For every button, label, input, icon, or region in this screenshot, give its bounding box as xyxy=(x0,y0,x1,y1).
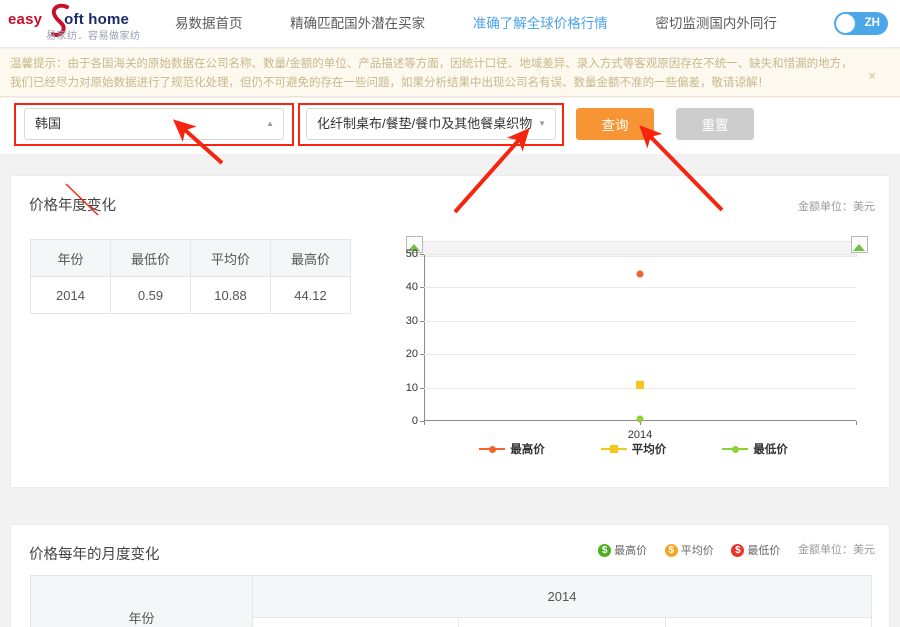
caret-up-icon: ▲ xyxy=(266,119,274,128)
chart-legend-item[interactable]: 最高价 xyxy=(479,441,545,457)
dollar-icon-high: $ xyxy=(598,543,612,557)
dollar-icon-avg: $ xyxy=(664,543,678,557)
language-toggle-knob xyxy=(836,14,855,33)
yearly-panel-title: 价格年度变化 xyxy=(29,198,116,214)
language-toggle-label: ZH xyxy=(864,17,880,29)
logo-tagline: 易家纺．容易做家纺 xyxy=(46,31,141,42)
chart-legend-marker xyxy=(609,445,618,453)
cell-high-price: 44.12 xyxy=(270,276,351,314)
chart-y-tick-label: 20 xyxy=(405,348,418,361)
badge-low-price: $ 最低价 xyxy=(731,542,780,558)
monthly-panel-title: 价格每年的月度变化 xyxy=(29,547,160,563)
chart-gridline xyxy=(424,320,856,322)
monthly-legend-badges: $ 最高价 $ 平均价 $ 最低价 金额单位：美元 xyxy=(584,541,875,558)
col-header-high: 最高价 xyxy=(270,239,351,277)
chart-legend-label: 平均价 xyxy=(631,444,667,456)
notice-close-icon[interactable]: × xyxy=(868,69,876,82)
badge-high-price: $ 最高价 xyxy=(598,542,647,558)
chart-data-point xyxy=(636,415,644,423)
chart-legend-marker xyxy=(731,445,739,453)
cell-avg-price: 10.88 xyxy=(190,276,271,314)
cell-low-price: 0.59 xyxy=(110,276,191,314)
logo-word-softhome: oft home xyxy=(64,11,130,28)
subcol-avg xyxy=(458,617,666,627)
nav-item-monitor-peers[interactable]: 密切监测国内外同行 xyxy=(655,0,777,48)
table-header-row: 年份 2014 xyxy=(30,575,872,627)
badge-label-high: 最高价 xyxy=(614,545,648,558)
yearly-price-chart: 0 10 20 30 40 50 2014 最高价 平均价 最低价 xyxy=(396,236,871,466)
main-nav: 易数据首页 精确匹配国外潜在买家 准确了解全球价格行情 密切监测国内外同行 有效… xyxy=(175,0,900,79)
yearly-panel-unit: 金额单位：美元 xyxy=(798,201,875,213)
chart-y-tick-mark xyxy=(420,287,424,289)
chart-gridline xyxy=(424,287,856,289)
badge-avg-price: $ 平均价 xyxy=(664,542,714,558)
chart-legend-swatch xyxy=(479,445,506,453)
col-header-low: 最低价 xyxy=(110,239,191,277)
chart-legend-item[interactable]: 最低价 xyxy=(722,441,788,457)
top-navigation-bar: easy oft home 易家纺．容易做家纺 易数据首页 精确匹配国外潜在买家 … xyxy=(0,0,900,79)
language-toggle[interactable]: ZH xyxy=(834,12,888,35)
chart-y-tick-label: 30 xyxy=(405,314,418,327)
col-header-year: 年份 xyxy=(30,239,111,277)
chart-y-tick-mark xyxy=(420,254,424,255)
col-header-year-group: 2014 xyxy=(252,575,872,618)
notice-line-2: 我们已经尽力对原始数据进行了规范化处理，但仍不可避免的存在一些问题，如果分析结果… xyxy=(10,77,769,89)
chart-y-tick-mark xyxy=(420,320,424,322)
chart-y-axis xyxy=(424,254,425,421)
notice-banner: 温馨提示：由于各国海关的原始数据在公司名称、数量/金额的单位、产品描述等方面，因… xyxy=(0,49,900,97)
chart-legend-item[interactable]: 平均价 xyxy=(600,441,667,457)
page-root: easy oft home 易家纺．容易做家纺 易数据首页 精确匹配国外潜在买家 … xyxy=(0,0,900,627)
chart-y-tick-mark xyxy=(420,387,424,389)
chart-legend: 最高价 平均价 最低价 xyxy=(396,441,871,457)
yearly-price-panel: 价格年度变化 金额单位：美元 年份 最低价 平均价 最高价 2014 0.59 … xyxy=(10,175,890,488)
chart-x-axis-end-tick xyxy=(856,421,857,425)
subcol-low xyxy=(664,617,873,627)
cell-year: 2014 xyxy=(30,276,111,314)
chart-x-tick-label: 2014 xyxy=(627,429,653,441)
notice-line-1: 温馨提示：由于各国海关的原始数据在公司名称、数量/金额的单位、产品描述等方面，因… xyxy=(10,58,853,70)
col-header-year: 年份 xyxy=(30,575,253,627)
chart-y-tick-mark xyxy=(420,354,424,356)
nav-item-price-trends[interactable]: 准确了解全球价格行情 xyxy=(473,0,608,48)
reset-button[interactable]: 重置 xyxy=(676,108,754,140)
caret-down-icon: ▼ xyxy=(538,119,546,128)
chart-data-point xyxy=(636,380,644,389)
chart-legend-label: 最高价 xyxy=(510,444,545,456)
chart-gridline xyxy=(424,254,856,255)
country-select[interactable]: 韩国 ▲ xyxy=(24,108,284,140)
nav-item-match-buyers[interactable]: 精确匹配国外潜在买家 xyxy=(290,0,425,48)
chart-y-tick-label: 0 xyxy=(411,415,418,427)
chart-data-point xyxy=(636,270,644,278)
chart-x-axis-end-tick xyxy=(424,421,425,425)
product-select-value: 化纤制桌布/餐垫/餐巾及其他餐桌织物 xyxy=(317,116,533,131)
chart-y-tick-label: 40 xyxy=(405,281,418,294)
query-button[interactable]: 查询 xyxy=(576,108,654,140)
col-header-avg: 平均价 xyxy=(190,239,271,277)
chart-legend-marker xyxy=(488,445,496,453)
table-row: 2014 0.59 10.88 44.12 xyxy=(30,276,351,314)
subcol-high xyxy=(251,617,460,627)
badge-label-low: 最低价 xyxy=(747,545,781,558)
chart-legend-label: 最低价 xyxy=(753,444,788,456)
yearly-price-table: 年份 最低价 平均价 最高价 2014 0.59 10.88 44.12 xyxy=(30,239,351,314)
chart-gridline xyxy=(424,354,856,356)
logo-word-easy: easy xyxy=(8,11,43,28)
site-logo[interactable]: easy oft home 易家纺．容易做家纺 xyxy=(8,3,158,43)
product-select[interactable]: 化纤制桌布/餐垫/餐巾及其他餐桌织物 ▼ xyxy=(306,108,556,140)
monthly-price-table: 年份 2014 xyxy=(30,575,873,627)
broken-image-icon-right xyxy=(851,236,868,253)
nav-item-home[interactable]: 易数据首页 xyxy=(175,0,243,48)
dollar-icon-low: $ xyxy=(731,543,745,557)
chart-legend-swatch xyxy=(722,445,749,453)
table-header-row: 年份 最低价 平均价 最高价 xyxy=(30,239,351,277)
chart-plot-area: 0 10 20 30 40 50 2014 xyxy=(406,248,857,441)
badge-label-avg: 平均价 xyxy=(680,545,714,558)
country-select-value: 韩国 xyxy=(35,116,62,131)
monthly-price-panel: 价格每年的月度变化 $ 最高价 $ 平均价 $ 最低价 金额单位：美元 年份 2014 xyxy=(10,524,890,627)
chart-y-tick-label: 10 xyxy=(405,381,418,394)
chart-y-tick-label: 50 xyxy=(405,248,418,260)
chart-legend-swatch xyxy=(600,445,627,453)
monthly-panel-unit: 金额单位：美元 xyxy=(798,544,875,556)
